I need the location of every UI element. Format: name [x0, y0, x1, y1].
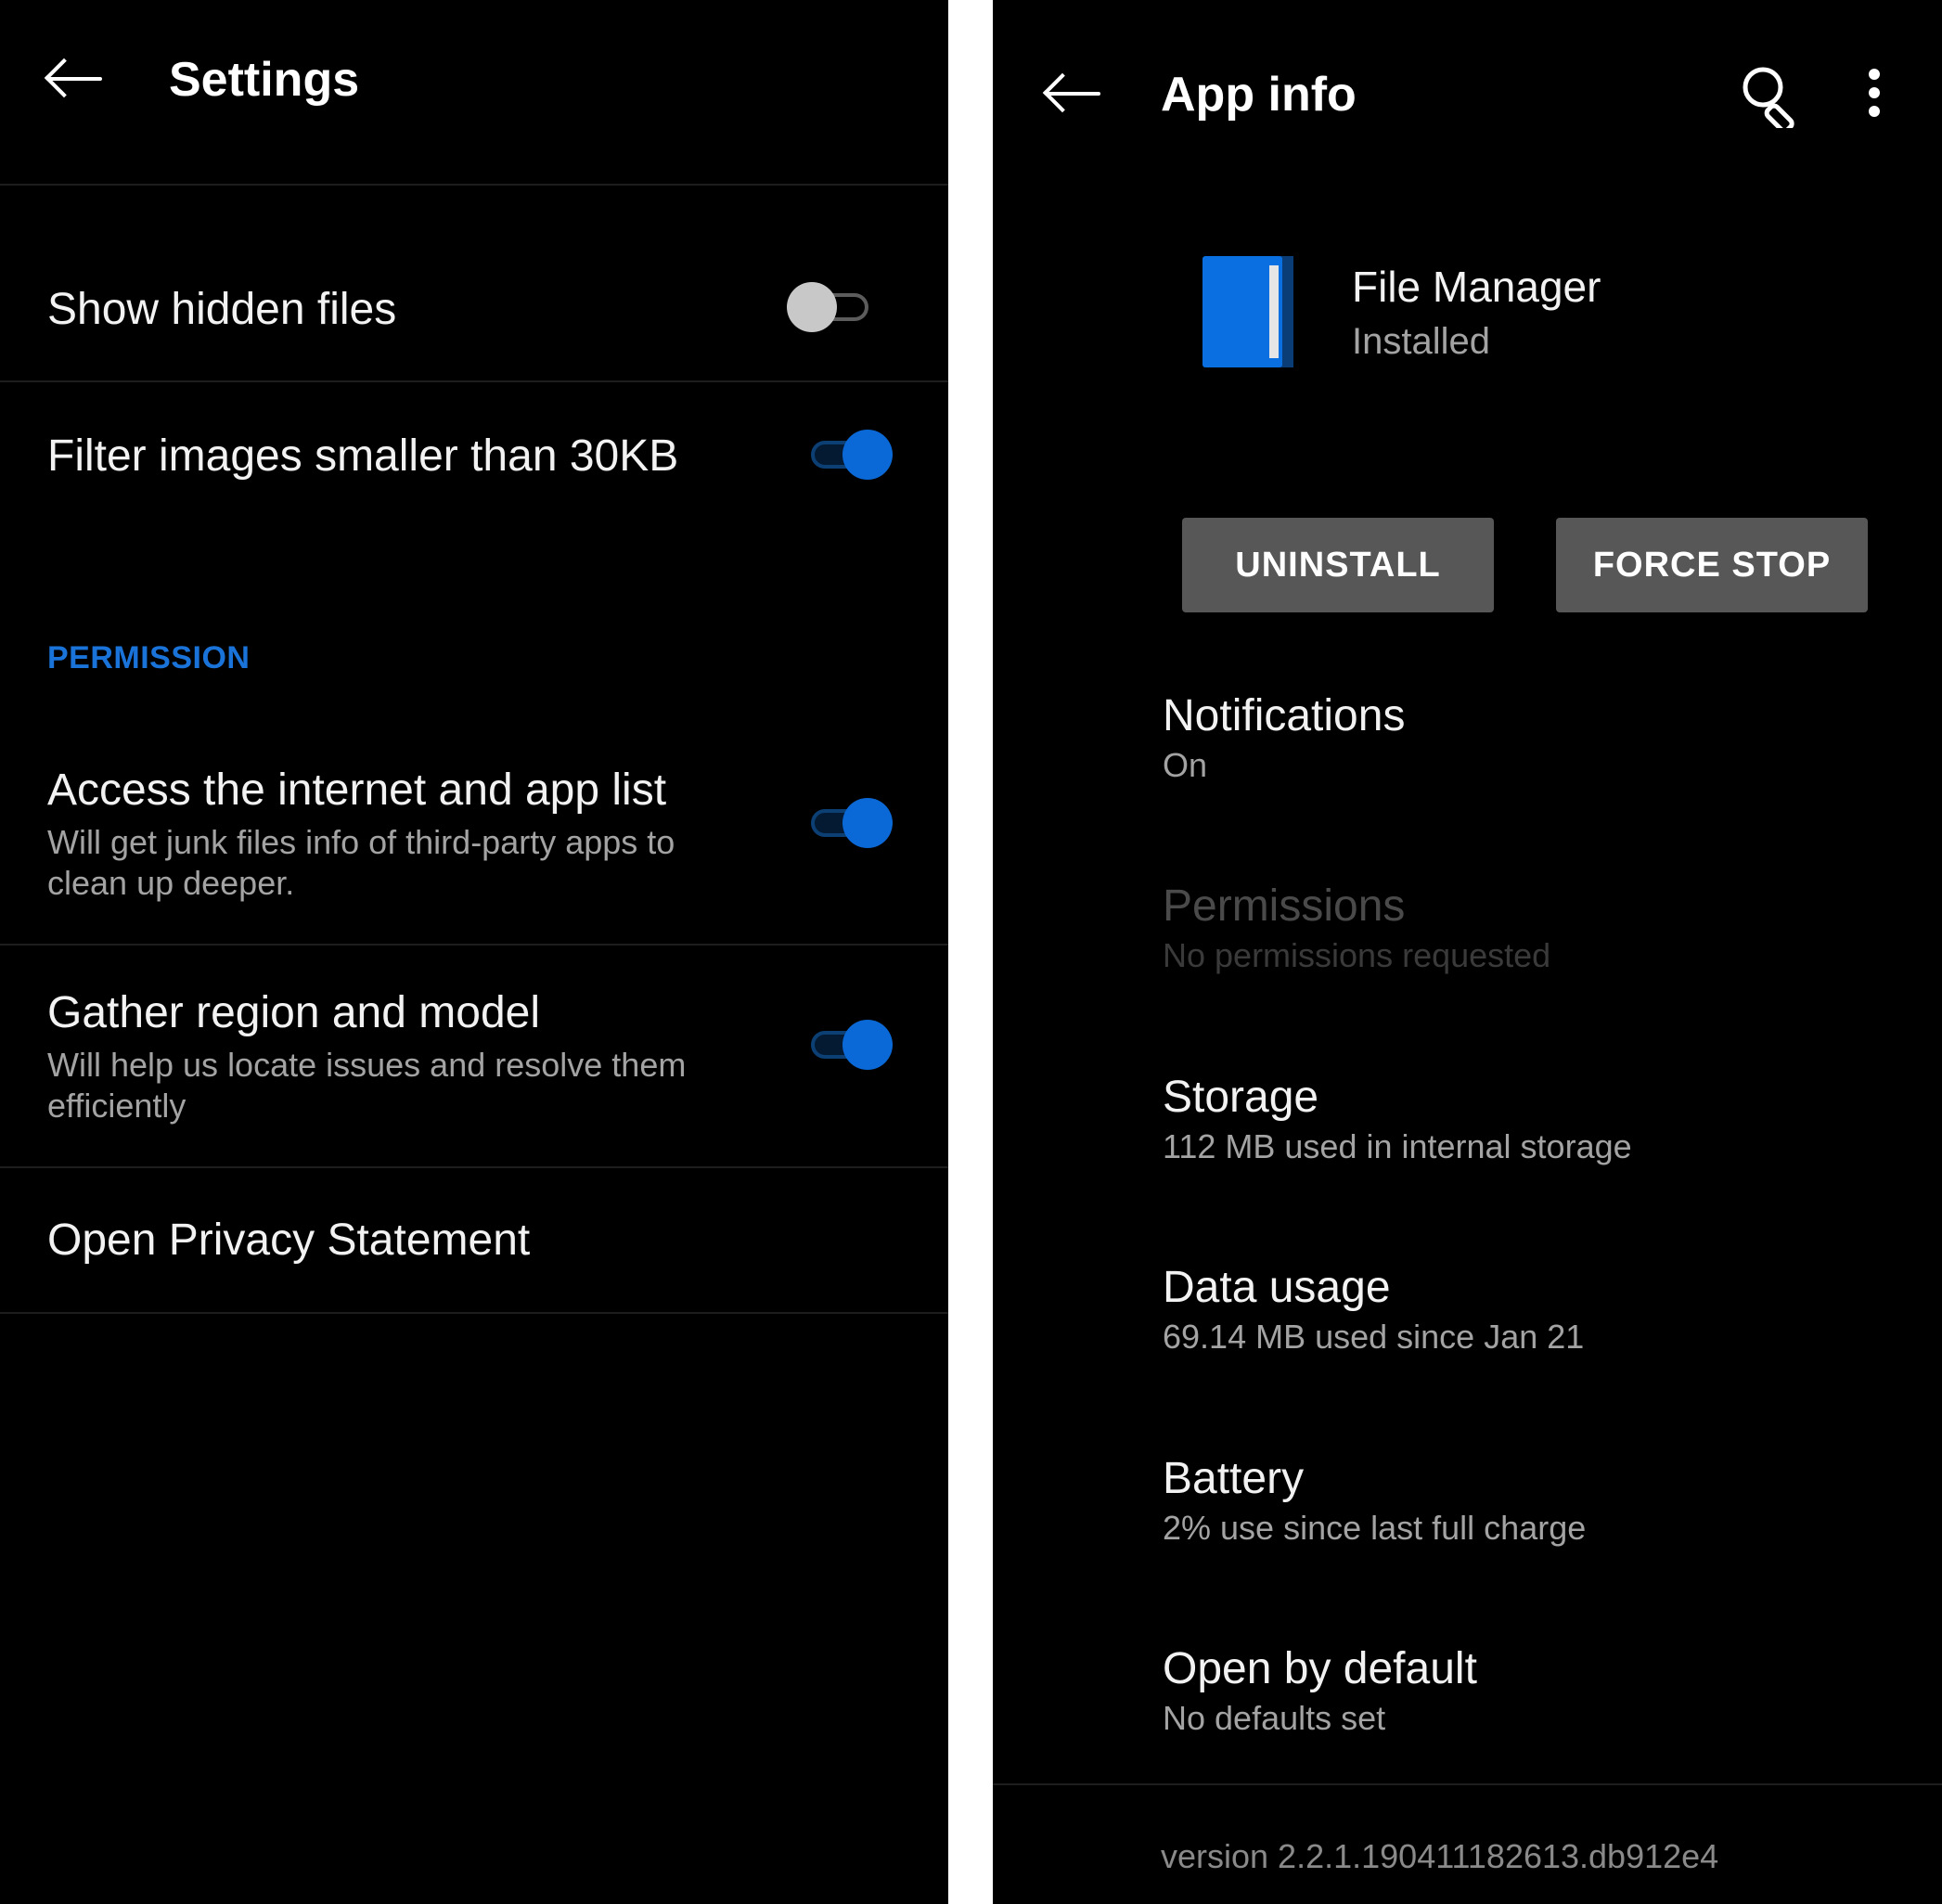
- setting-row-filter-images[interactable]: Filter images smaller than 30KB: [0, 399, 948, 510]
- info-subtitle: 112 MB used in internal storage: [1163, 1127, 1632, 1165]
- uninstall-button[interactable]: UNINSTALL: [1182, 518, 1494, 612]
- info-item-permissions: Permissions No permissions requested: [993, 868, 1942, 997]
- info-item-storage[interactable]: Storage 112 MB used in internal storage: [993, 1059, 1942, 1189]
- filter-images-toggle[interactable]: [807, 430, 893, 480]
- info-title: Notifications: [1163, 691, 1406, 740]
- file-manager-app-icon: [1201, 254, 1297, 369]
- setting-description-line2: clean up deeper.: [47, 864, 295, 902]
- setting-row-gather-region[interactable]: Gather region and model Will help us loc…: [0, 974, 948, 1164]
- info-title: Data usage: [1163, 1263, 1391, 1312]
- info-item-open-by-default[interactable]: Open by default No defaults set: [993, 1630, 1942, 1760]
- info-subtitle: No defaults set: [1163, 1699, 1386, 1737]
- setting-description-line1: Will help us locate issues and resolve t…: [47, 1046, 687, 1084]
- info-subtitle: On: [1163, 746, 1208, 784]
- search-icon[interactable]: [1739, 63, 1804, 134]
- footer-divider: [993, 1783, 1942, 1785]
- info-item-data-usage[interactable]: Data usage 69.14 MB used since Jan 21: [993, 1249, 1942, 1379]
- setting-label: Filter images smaller than 30KB: [47, 431, 679, 481]
- app-install-status: Installed: [1352, 321, 1490, 362]
- info-title: Permissions: [1163, 881, 1406, 931]
- setting-description-line2: efficiently: [47, 1087, 186, 1125]
- gather-region-toggle[interactable]: [807, 1020, 893, 1070]
- info-subtitle: No permissions requested: [1163, 936, 1551, 974]
- access-internet-toggle[interactable]: [807, 798, 893, 848]
- app-name: File Manager: [1352, 263, 1601, 311]
- settings-screen: Settings Show hidden files Filter images…: [0, 0, 948, 1904]
- info-item-notifications[interactable]: Notifications On: [993, 677, 1942, 807]
- settings-title: Settings: [169, 53, 360, 107]
- info-title: Battery: [1163, 1454, 1305, 1503]
- app-info-screen: App info File Manager Installed UNINSTAL…: [993, 0, 1942, 1904]
- setting-label: Gather region and model: [47, 988, 540, 1037]
- row-divider: [0, 944, 948, 946]
- row-divider: [0, 380, 948, 382]
- info-subtitle: 2% use since last full charge: [1163, 1509, 1587, 1547]
- setting-row-open-privacy-statement[interactable]: Open Privacy Statement: [0, 1168, 948, 1312]
- more-vert-icon[interactable]: [1863, 67, 1885, 119]
- row-divider: [0, 1312, 948, 1314]
- setting-label: Access the internet and app list: [47, 765, 667, 815]
- setting-row-show-hidden-files[interactable]: Show hidden files: [0, 251, 948, 380]
- app-info-title: App info: [1161, 68, 1357, 122]
- header-divider: [0, 184, 948, 186]
- setting-label: Open Privacy Statement: [47, 1216, 531, 1265]
- app-version: version 2.2.1.190411182613.db912e4: [1161, 1837, 1719, 1875]
- back-arrow-icon[interactable]: [44, 58, 106, 99]
- back-arrow-icon[interactable]: [1042, 72, 1104, 114]
- section-header-permission: PERMISSION: [47, 640, 251, 675]
- show-hidden-files-toggle[interactable]: [787, 282, 872, 332]
- setting-description-line1: Will get junk files info of third-party …: [47, 823, 675, 861]
- setting-label: Show hidden files: [47, 285, 397, 334]
- force-stop-button[interactable]: FORCE STOP: [1556, 518, 1868, 612]
- info-title: Open by default: [1163, 1644, 1477, 1693]
- info-subtitle: 69.14 MB used since Jan 21: [1163, 1318, 1585, 1356]
- info-item-battery[interactable]: Battery 2% use since last full charge: [993, 1440, 1942, 1570]
- info-title: Storage: [1163, 1073, 1319, 1122]
- setting-row-access-internet[interactable]: Access the internet and app list Will ge…: [0, 752, 948, 942]
